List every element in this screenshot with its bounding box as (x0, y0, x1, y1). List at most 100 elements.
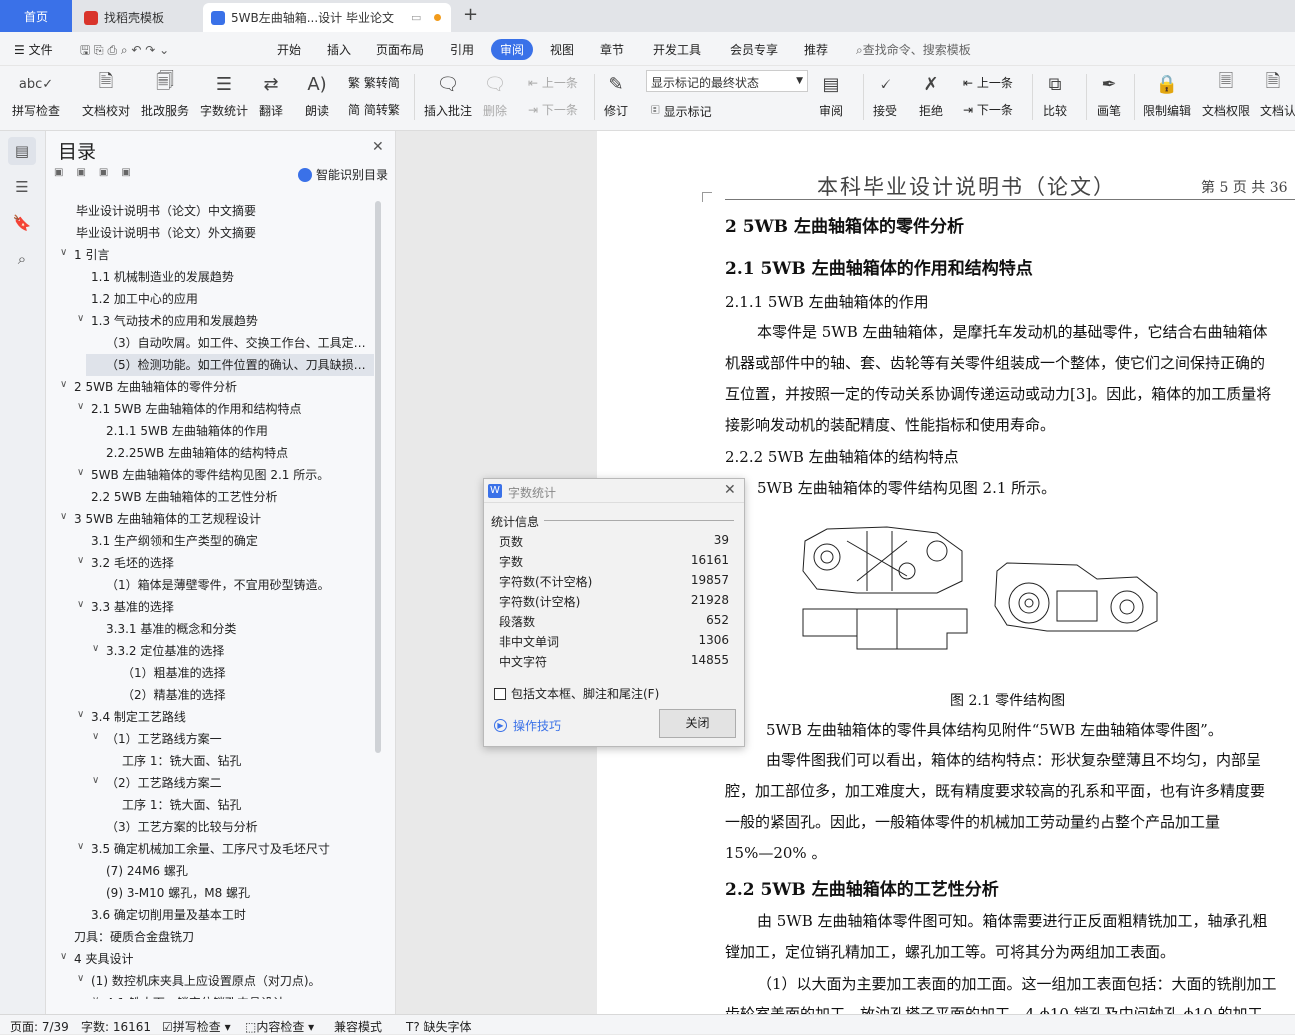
status-content-check[interactable]: ⬚内容检查 ▾ (245, 1018, 314, 1035)
batch-service-button[interactable]: 🗐 批改服务 (141, 70, 189, 119)
spellcheck-button[interactable]: abc✓ 拼写检查 (12, 70, 60, 119)
toc-item[interactable]: 3.1 生产纲领和生产类型的确定 (91, 531, 258, 551)
tab-window-icon[interactable]: ▭ (411, 11, 421, 24)
chevron-down-icon[interactable]: ∨ (92, 643, 99, 654)
toc-item[interactable]: （1）箱体是薄壁零件，不宜用砂型铸造。 (106, 575, 330, 595)
toc-item[interactable]: 刀具：硬质合金盘铣刀 (74, 927, 194, 947)
toc-item[interactable]: 5WB 左曲轴箱体的零件结构见图 2.1 所示。 (91, 465, 329, 485)
track-changes-button[interactable]: ✎ 修订 (603, 70, 629, 119)
toc-item[interactable]: (9) 3-M10 螺孔，M8 螺孔 (106, 883, 250, 903)
menu-view[interactable]: 视图 (550, 41, 574, 58)
toc-item[interactable]: 1.2 加工中心的应用 (91, 289, 198, 309)
status-page[interactable]: 页面: 7/39 (10, 1018, 69, 1035)
toc-item[interactable]: （1）粗基准的选择 (122, 663, 226, 683)
toc-item[interactable]: 2.1 5WB 左曲轴箱体的作用和结构特点 (91, 399, 301, 419)
doc-auth-button[interactable]: 🗎 文档认 (1260, 70, 1295, 119)
menu-start[interactable]: 开始 (277, 41, 301, 58)
toc-item[interactable]: 工序 1：铣大面、钻孔 (122, 751, 241, 771)
toc-item[interactable]: 2.1.1 5WB 左曲轴箱体的作用 (106, 421, 268, 441)
toc-item[interactable]: 3.3.2 定位基准的选择 (106, 641, 224, 661)
toc-item[interactable]: 3.2 毛坯的选择 (91, 553, 174, 573)
toc-item[interactable]: （3）工艺方案的比较与分析 (106, 817, 258, 837)
toc-item[interactable]: 1 引言 (74, 245, 109, 265)
tab-document[interactable]: 5WB左曲轴箱...设计 毕业论文 ▭ (203, 3, 451, 32)
toc-item[interactable]: 3.5 确定机械加工余量、工序尺寸及毛坯尺寸 (91, 839, 330, 859)
menu-chapter[interactable]: 章节 (600, 41, 624, 58)
menu-reference[interactable]: 引用 (450, 41, 474, 58)
simp-to-trad-button[interactable]: 简 简转繁 (348, 101, 400, 118)
menu-review[interactable]: 审阅 (491, 39, 534, 60)
toc-item[interactable]: 工序 1：铣大面、钻孔 (122, 795, 241, 815)
translate-button[interactable]: ⇄ 翻译 (258, 70, 284, 119)
dialog-titlebar[interactable]: W 字数统计 ✕ (484, 479, 744, 503)
file-menu[interactable]: ☰ 文件 (14, 41, 53, 58)
chevron-down-icon[interactable]: ∨ (77, 313, 84, 324)
toc-item[interactable]: 2 5WB 左曲轴箱体的零件分析 (74, 377, 237, 397)
toc-item[interactable]: 1.3 气动技术的应用和发展趋势 (91, 311, 258, 331)
menu-insert[interactable]: 插入 (327, 41, 351, 58)
review-pane-button[interactable]: ▤ 审阅 (818, 70, 844, 119)
toc-item[interactable]: （5）检测功能。如工件位置的确认、刀具缺损… (106, 355, 366, 375)
smart-toc-button[interactable]: 智能识别目录 (298, 166, 388, 183)
chevron-down-icon[interactable]: ∨ (77, 401, 84, 412)
toc-item[interactable]: (7) 24M6 螺孔 (106, 861, 188, 881)
toc-item[interactable]: 1.1 机械制造业的发展趋势 (91, 267, 234, 287)
pen-button[interactable]: ✒ 画笔 (1096, 70, 1122, 119)
restrict-edit-button[interactable]: 🔒 限制编辑 (1143, 70, 1191, 119)
chevron-down-icon[interactable]: ∨ (60, 247, 67, 258)
menu-recommend[interactable]: 推荐 (804, 41, 828, 58)
toc-scrollbar[interactable] (375, 201, 381, 753)
chapter-nav-icon[interactable]: ☰ (8, 173, 36, 201)
bookmark-icon[interactable]: 🔖 (8, 209, 36, 237)
chevron-down-icon[interactable]: ∨ (77, 467, 84, 478)
insert-comment-button[interactable]: 🗨 插入批注 (424, 70, 472, 119)
toc-item[interactable]: 4 夹具设计 (74, 949, 133, 969)
close-icon[interactable]: ✕ (724, 482, 736, 498)
toc-item[interactable]: 2.2.25WB 左曲轴箱体的结构特点 (106, 443, 288, 463)
checkbox-box[interactable] (494, 687, 506, 700)
prev-comment-button[interactable]: ⇤ 上一条 (528, 74, 578, 91)
new-tab-button[interactable]: + (463, 4, 478, 25)
prev-change-button[interactable]: ⇤ 上一条 (963, 74, 1013, 91)
toc-view-icon[interactable]: ▤ (8, 137, 36, 165)
doc-proof-button[interactable]: 🗎 文档校对 (82, 70, 130, 119)
include-notes-checkbox[interactable]: 包括文本框、脚注和尾注(F) (494, 685, 659, 702)
read-aloud-button[interactable]: A) 朗读 (304, 70, 330, 119)
chevron-down-icon[interactable]: ∨ (60, 951, 67, 962)
toc-item[interactable]: 3.6 确定切削用量及基本工时 (91, 905, 246, 925)
compare-button[interactable]: ⧉ 比较 (1042, 70, 1068, 119)
next-change-button[interactable]: ⇥ 下一条 (963, 101, 1013, 118)
menu-devtools[interactable]: 开发工具 (653, 41, 701, 58)
toc-item[interactable]: 2.2 5WB 左曲轴箱体的工艺性分析 (91, 487, 277, 507)
toc-item[interactable]: 3 5WB 左曲轴箱体的工艺规程设计 (74, 509, 261, 529)
tips-link[interactable]: ▶ 操作技巧 (494, 717, 561, 734)
markup-state-select[interactable]: 显示标记的最终状态 ▼ (646, 70, 808, 92)
chevron-down-icon[interactable]: ∨ (92, 775, 99, 786)
chevron-down-icon[interactable]: ∨ (77, 555, 84, 566)
toc-item[interactable]: 3.3.1 基准的概念和分类 (106, 619, 236, 639)
trad-to-simp-button[interactable]: 繁 繁转简 (348, 74, 400, 91)
show-markup-button[interactable]: 🗉 显示标记 (651, 101, 712, 122)
reject-button[interactable]: ✗ 拒绝 (918, 70, 944, 119)
tab-home[interactable]: 首页 (0, 0, 72, 32)
accept-button[interactable]: 🗸 接受 (872, 70, 898, 119)
quick-access-icons[interactable]: 🖫 ⎘ ⎙ ⌕ ↶ ↷ ⌄ (80, 41, 169, 62)
status-spellcheck[interactable]: ☑拼写检查 ▾ (162, 1018, 231, 1035)
status-missing-font[interactable]: T? 缺失字体 (406, 1018, 472, 1035)
chevron-down-icon[interactable]: ∨ (60, 511, 67, 522)
toc-item[interactable]: 毕业设计说明书（论文）外文摘要 (76, 223, 256, 243)
chevron-down-icon[interactable]: ∨ (92, 731, 99, 742)
command-search[interactable]: ⌕查找命令、搜索模板 (856, 41, 971, 58)
toc-item[interactable]: （3）自动吹屑。如工件、交换工作台、工具定… (106, 333, 366, 353)
toc-expand-controls[interactable]: ▣▣▣▣ (54, 167, 144, 178)
toc-item[interactable]: 3.4 制定工艺路线 (91, 707, 186, 727)
next-comment-button[interactable]: ⇥ 下一条 (528, 101, 578, 118)
toc-item[interactable]: 毕业设计说明书（论文）中文摘要 (76, 201, 256, 221)
toc-item[interactable]: （1）工艺路线方案一 (106, 729, 222, 749)
close-icon[interactable]: ✕ (372, 139, 384, 155)
search-icon[interactable]: ⌕ (8, 245, 36, 273)
tab-template[interactable]: 找稻壳模板 (76, 3, 200, 32)
toc-item[interactable]: （2）精基准的选择 (122, 685, 226, 705)
wordcount-button[interactable]: ☰ 字数统计 (200, 70, 248, 119)
menu-member[interactable]: 会员专享 (730, 41, 778, 58)
